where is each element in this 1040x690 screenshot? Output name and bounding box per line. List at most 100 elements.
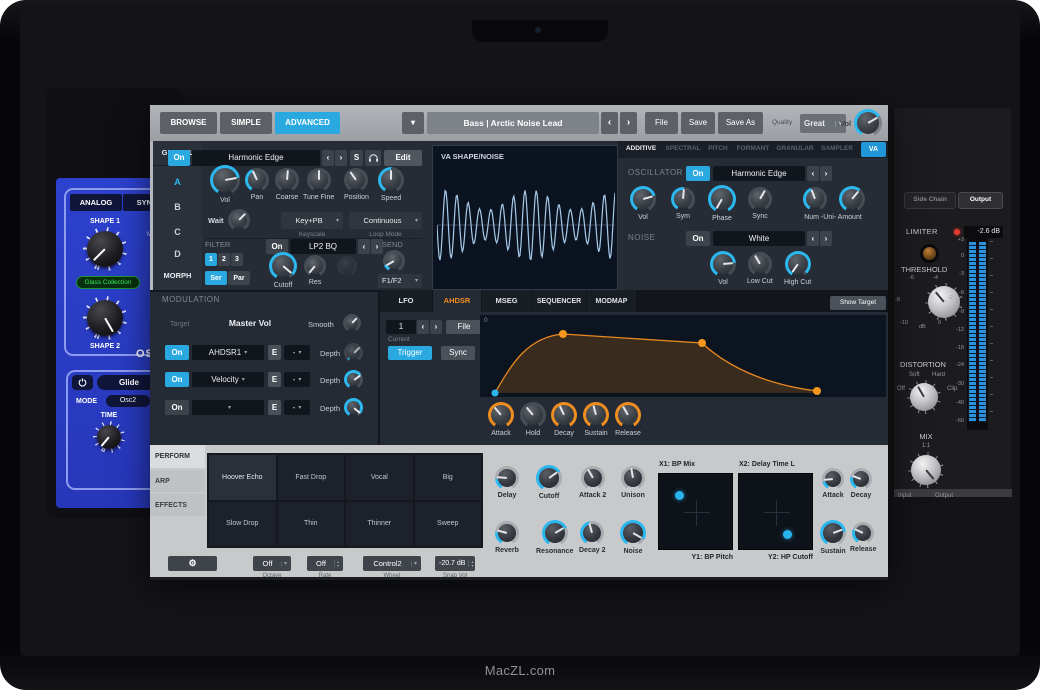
- macro-resonance-knob[interactable]: Resonance: [536, 520, 573, 555]
- tab-additive[interactable]: ADDITIVE: [620, 141, 662, 158]
- mix-knob[interactable]: [908, 452, 944, 488]
- macro-decay2-knob[interactable]: Decay 2: [579, 521, 605, 554]
- oscillator-prev-button[interactable]: ‹: [807, 166, 819, 181]
- macro-noise-knob[interactable]: Noise: [620, 520, 646, 555]
- pad-sweep[interactable]: Sweep: [414, 501, 481, 546]
- osc-a-pan-knob[interactable]: Pan: [245, 168, 269, 201]
- env-hold-knob[interactable]: Hold: [520, 402, 546, 437]
- filter-slot-1-button[interactable]: 1: [205, 253, 217, 266]
- oscillator-on-button[interactable]: On: [686, 166, 710, 181]
- mod-row3-on-button[interactable]: On: [165, 400, 189, 415]
- preset-next-button[interactable]: ›: [620, 112, 637, 134]
- tab-lfo[interactable]: LFO: [380, 290, 432, 312]
- noise-type-field[interactable]: White: [713, 231, 805, 246]
- layer-a-tab[interactable]: A: [153, 171, 202, 193]
- mod-target-value[interactable]: Master Vol: [208, 319, 292, 328]
- tab-perform[interactable]: PERFORM: [150, 445, 205, 468]
- tab-spectral[interactable]: SPECTRAL: [663, 141, 703, 158]
- tune-fine-knob[interactable]: Tune Fine: [303, 168, 334, 201]
- osc-a-preset-field[interactable]: Harmonic Edge: [192, 150, 320, 166]
- send-knob[interactable]: [383, 250, 405, 272]
- env-decay-knob[interactable]: Decay: [551, 402, 577, 437]
- oscillator-next-button[interactable]: ›: [820, 166, 832, 181]
- headphones-button[interactable]: [365, 150, 381, 166]
- save-as-button[interactable]: Save As: [718, 112, 763, 134]
- oscillator-preset-field[interactable]: Harmonic Edge: [713, 166, 805, 181]
- tab-modmap[interactable]: MODMAP: [587, 290, 636, 312]
- ahdsr-envelope-display[interactable]: 0: [480, 315, 886, 397]
- unison-num-knob[interactable]: [803, 187, 827, 211]
- xy2-pad[interactable]: [738, 473, 813, 550]
- tab-effects[interactable]: EFFECTS: [150, 494, 205, 516]
- osc-a-vol-knob[interactable]: Vol: [210, 165, 240, 204]
- morph-tab[interactable]: MORPH: [153, 266, 202, 286]
- glide-mode-value[interactable]: Osc2: [106, 395, 150, 407]
- snap-vol-stepper[interactable]: -20.7 dB ▴ ▾: [435, 556, 475, 571]
- analog-button[interactable]: ANALOG: [70, 194, 122, 211]
- tab-sequencer[interactable]: SEQUENCER: [532, 290, 586, 312]
- layer-c-tab[interactable]: C: [153, 221, 202, 243]
- trigger-button[interactable]: Trigger: [388, 346, 432, 360]
- pad-slow-drop[interactable]: Slow Drop: [209, 501, 276, 546]
- noise-vol-knob[interactable]: Vol: [710, 251, 736, 286]
- wheel-select[interactable]: Control2 ▾: [363, 556, 421, 571]
- advanced-button[interactable]: ADVANCED: [275, 112, 340, 134]
- edit-button[interactable]: Edit: [384, 150, 422, 166]
- noise-on-button[interactable]: On: [686, 231, 710, 246]
- rate-stepper[interactable]: Off ▴ ▾: [307, 556, 343, 571]
- send-dest-select[interactable]: F1/F2 ▾: [378, 274, 422, 288]
- mod-row1-source-select[interactable]: AHDSR1 ▾: [192, 345, 264, 360]
- parallel-button[interactable]: Par: [228, 271, 250, 285]
- tab-sampler[interactable]: SAMPLER: [817, 141, 857, 158]
- osc-vol-knob[interactable]: Vol: [630, 186, 656, 221]
- shape1-knob[interactable]: [83, 227, 127, 271]
- env-prev-button[interactable]: ‹: [417, 320, 429, 334]
- serial-button[interactable]: Ser: [205, 271, 227, 285]
- mod-row2-curve-select[interactable]: - ▾: [284, 372, 310, 387]
- xy2-handle[interactable]: [783, 530, 792, 539]
- osc-a-on-button[interactable]: On: [168, 150, 190, 166]
- output-tab-button[interactable]: Output: [958, 192, 1003, 209]
- mod-row2-on-button[interactable]: On: [165, 372, 189, 387]
- filter-slot-3-button[interactable]: 3: [231, 253, 243, 266]
- glide-power-button[interactable]: [72, 375, 93, 390]
- mod-row1-edit-button[interactable]: E: [268, 345, 281, 360]
- unison-amount-knob[interactable]: [839, 186, 865, 212]
- limiter-button[interactable]: [920, 244, 939, 263]
- tab-arp[interactable]: ARP: [150, 470, 205, 492]
- keyscale-select[interactable]: Key+PB ▾: [281, 212, 343, 229]
- save-button[interactable]: Save: [681, 112, 715, 134]
- mod-row3-curve-select[interactable]: - ▾: [284, 400, 310, 415]
- tab-granular[interactable]: GRANULAR: [774, 141, 816, 158]
- position-knob[interactable]: Position: [344, 168, 369, 201]
- speed-knob[interactable]: Speed: [378, 167, 404, 202]
- mod-row1-depth-knob[interactable]: [344, 343, 363, 362]
- macro-attack2-knob[interactable]: Attack 2: [579, 466, 606, 499]
- distortion-knob[interactable]: [907, 380, 941, 414]
- macro-delay-knob[interactable]: Delay: [495, 466, 519, 499]
- pad-thinner[interactable]: Thinner: [346, 501, 413, 546]
- show-target-button[interactable]: Show Target: [830, 296, 886, 310]
- osc-a-next-button[interactable]: ›: [335, 150, 347, 166]
- pad-hoover-echo[interactable]: Hoover Echo: [209, 455, 276, 500]
- xy1-pad[interactable]: [658, 473, 733, 550]
- simple-button[interactable]: SIMPLE: [220, 112, 272, 134]
- preset-prev-button[interactable]: ‹: [601, 112, 618, 134]
- env-attack-knob[interactable]: Attack: [488, 402, 514, 437]
- pad-big[interactable]: Big: [414, 455, 481, 500]
- macro-cutoff-knob[interactable]: Cutoff: [536, 465, 562, 500]
- cutoff-knob[interactable]: Cutoff: [269, 252, 297, 289]
- mod-row3-depth-knob[interactable]: [344, 398, 363, 417]
- filter-slot-2-button[interactable]: 2: [218, 253, 230, 266]
- file-button[interactable]: File: [645, 112, 678, 134]
- tab-mseg[interactable]: MSEG: [482, 290, 531, 312]
- tab-formant[interactable]: FORMANT: [733, 141, 773, 158]
- res-knob[interactable]: Res: [304, 255, 326, 286]
- pad-fast-drop[interactable]: Fast Drop: [277, 455, 344, 500]
- side-chain-button[interactable]: Side Chain: [904, 192, 956, 209]
- solo-button[interactable]: S: [350, 150, 363, 166]
- mod-row3-source-select[interactable]: ▾: [192, 400, 264, 415]
- coarse-knob[interactable]: Coarse: [275, 168, 299, 201]
- mod-row3-edit-button[interactable]: E: [268, 400, 281, 415]
- layer-b-tab[interactable]: B: [153, 196, 202, 218]
